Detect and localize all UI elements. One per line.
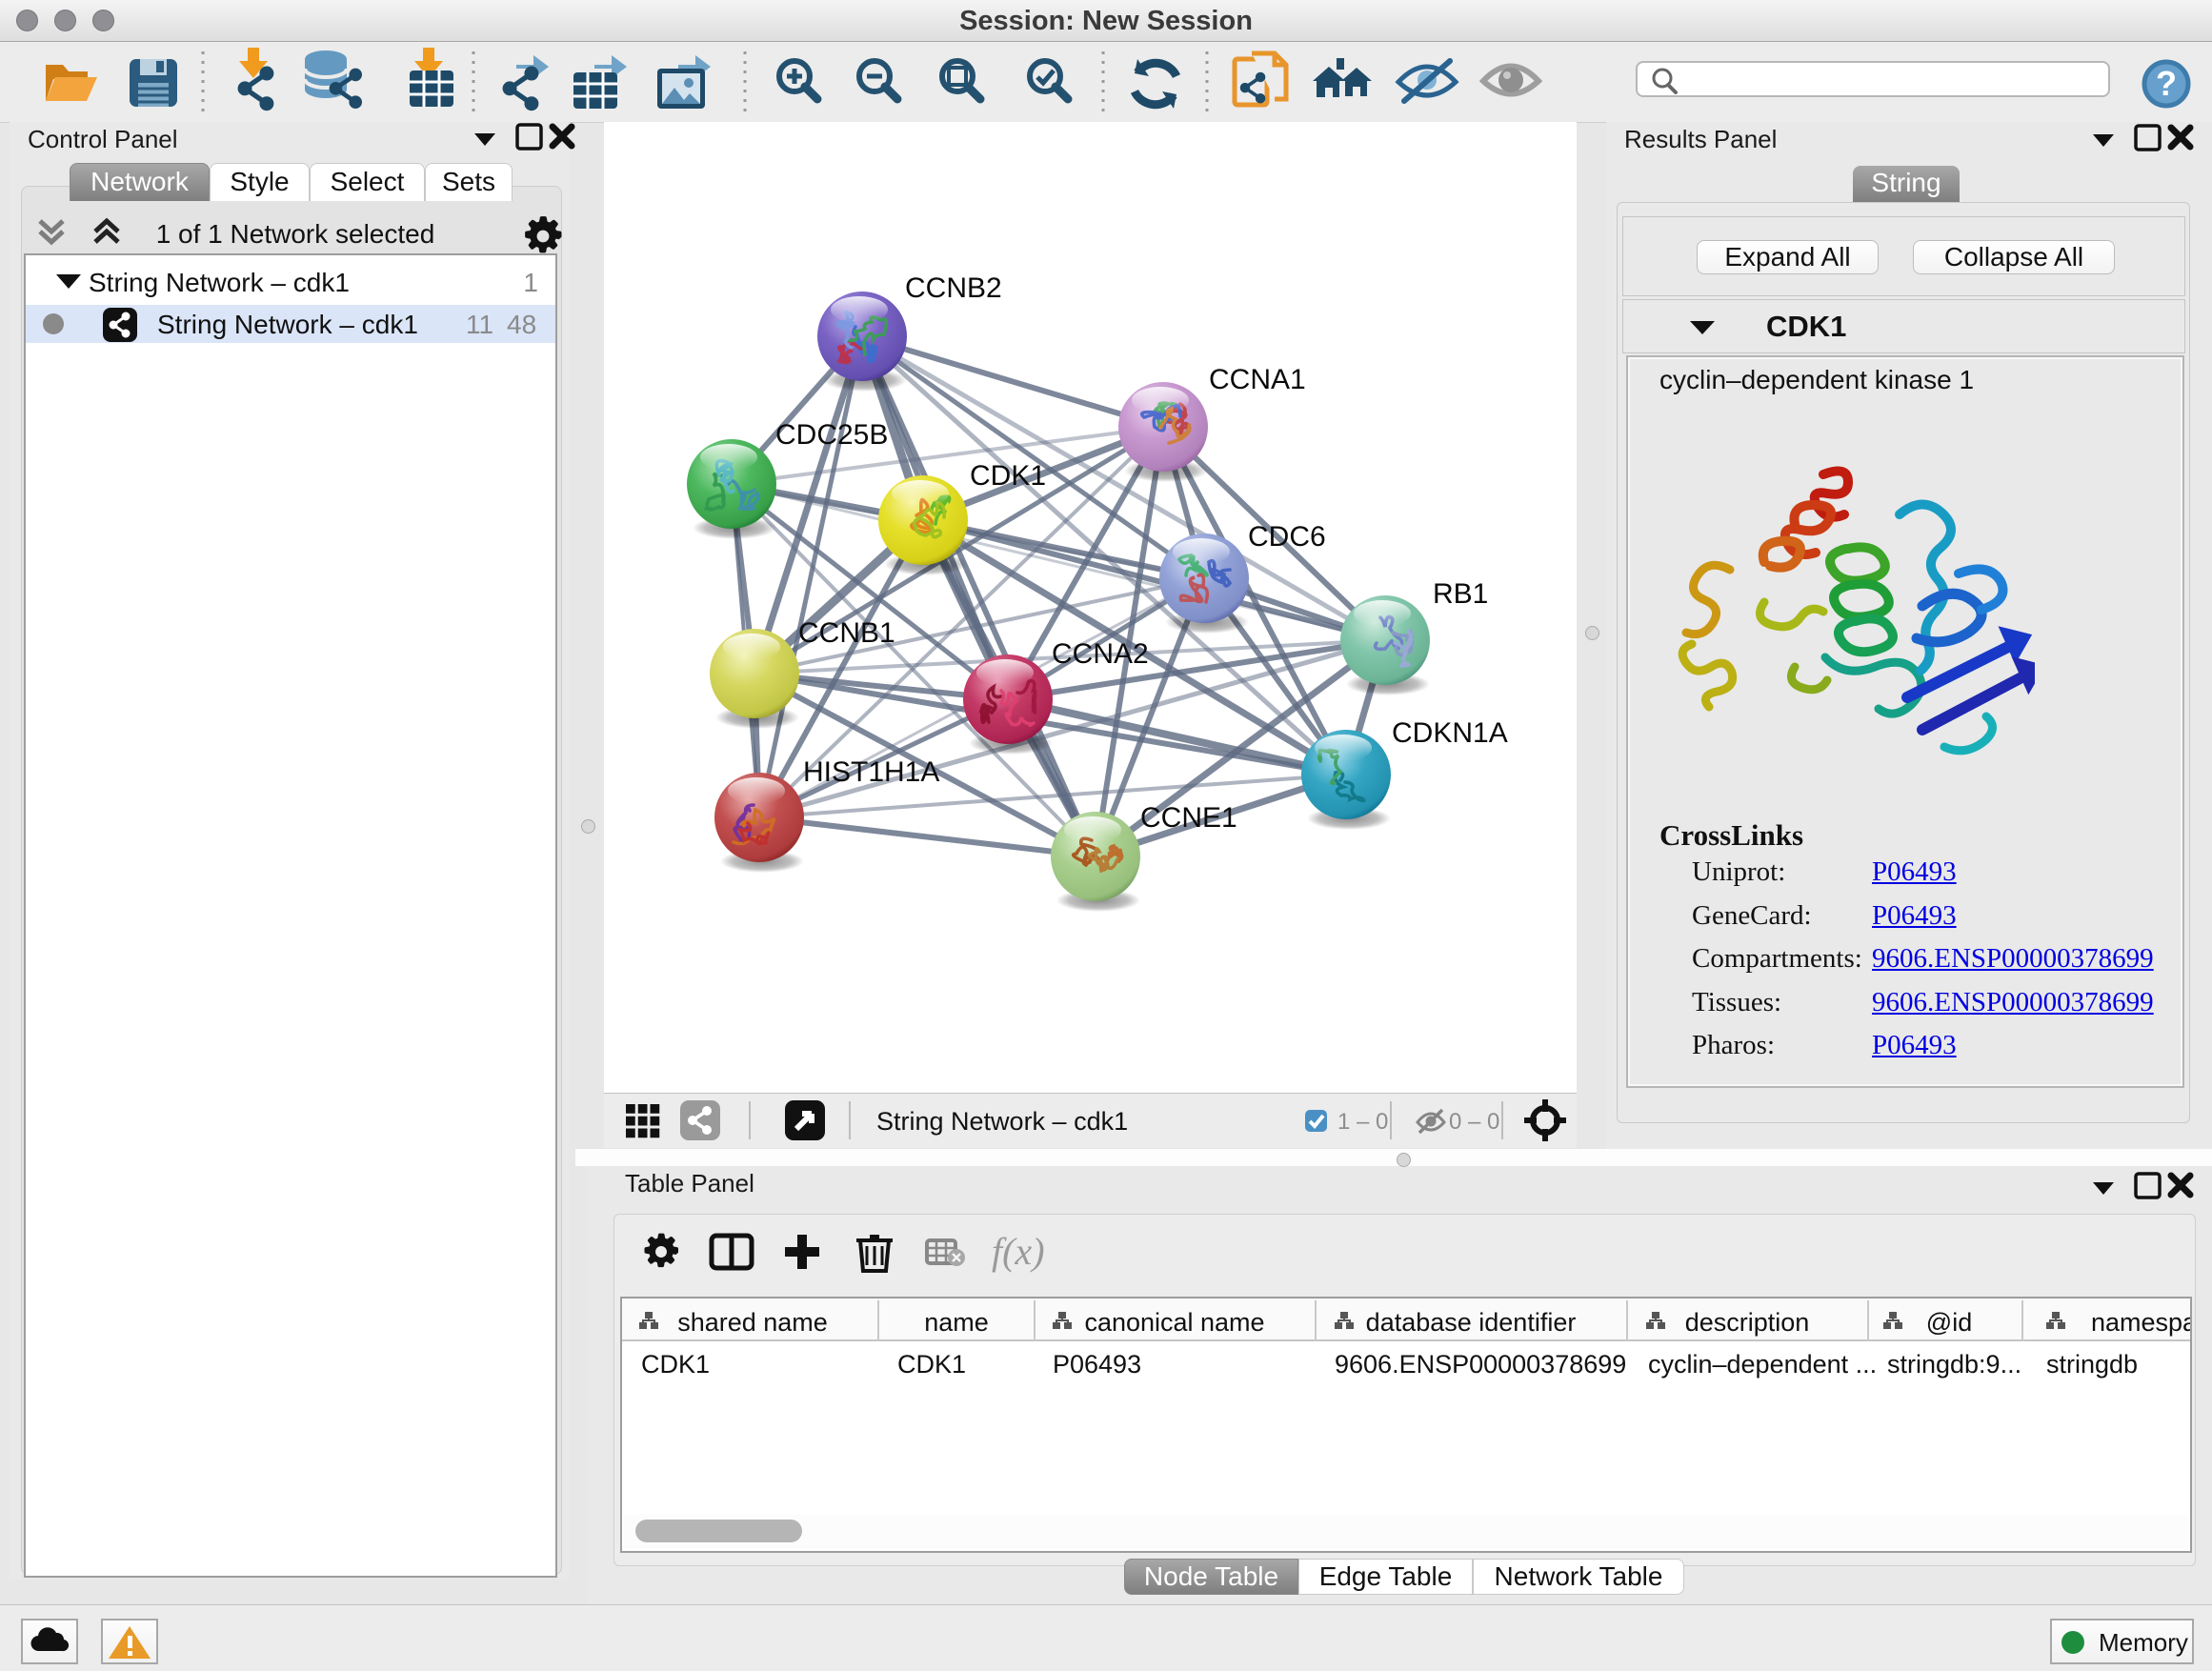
svg-text:0 – 0: 0 – 0 xyxy=(1449,1109,1499,1135)
svg-text:CCNA2: CCNA2 xyxy=(1052,638,1149,670)
svg-text:HIST1H1A: HIST1H1A xyxy=(803,756,939,788)
svg-text:canonical name: canonical name xyxy=(1084,1308,1264,1337)
svg-text:@id: @id xyxy=(1926,1308,1972,1337)
svg-text:CDC6: CDC6 xyxy=(1248,521,1326,553)
svg-text:cyclin–dependent ...: cyclin–dependent ... xyxy=(1648,1350,1877,1379)
svg-text:CDK1: CDK1 xyxy=(897,1350,966,1379)
svg-text:stringdb:9...: stringdb:9... xyxy=(1887,1350,2021,1379)
svg-text:namespace: namespace xyxy=(2091,1308,2190,1337)
svg-text:CDC25B: CDC25B xyxy=(775,419,888,451)
svg-text:f(x): f(x) xyxy=(992,1233,1045,1273)
svg-text:CCNB2: CCNB2 xyxy=(905,272,1002,304)
svg-text:CCNA1: CCNA1 xyxy=(1209,364,1306,395)
svg-text:String Network – cdk1: String Network – cdk1 xyxy=(876,1107,1128,1136)
svg-text:name: name xyxy=(924,1308,989,1337)
svg-text:CDK1: CDK1 xyxy=(970,460,1046,492)
svg-text:shared name: shared name xyxy=(677,1308,828,1337)
svg-text:P06493: P06493 xyxy=(1053,1350,1141,1379)
svg-text:stringdb: stringdb xyxy=(2046,1350,2138,1379)
svg-text:database identifier: database identifier xyxy=(1366,1308,1577,1337)
svg-text:?: ? xyxy=(2156,64,2177,103)
svg-text:description: description xyxy=(1685,1308,1810,1337)
svg-text:RB1: RB1 xyxy=(1433,578,1488,610)
svg-text:CDKN1A: CDKN1A xyxy=(1392,717,1508,749)
svg-text:CCNE1: CCNE1 xyxy=(1140,802,1237,834)
svg-text:CCNB1: CCNB1 xyxy=(798,617,895,649)
svg-text:CDK1: CDK1 xyxy=(641,1350,710,1379)
svg-text:1 – 0: 1 – 0 xyxy=(1337,1109,1388,1135)
svg-text:9606.ENSP00000378699: 9606.ENSP00000378699 xyxy=(1335,1350,1626,1379)
